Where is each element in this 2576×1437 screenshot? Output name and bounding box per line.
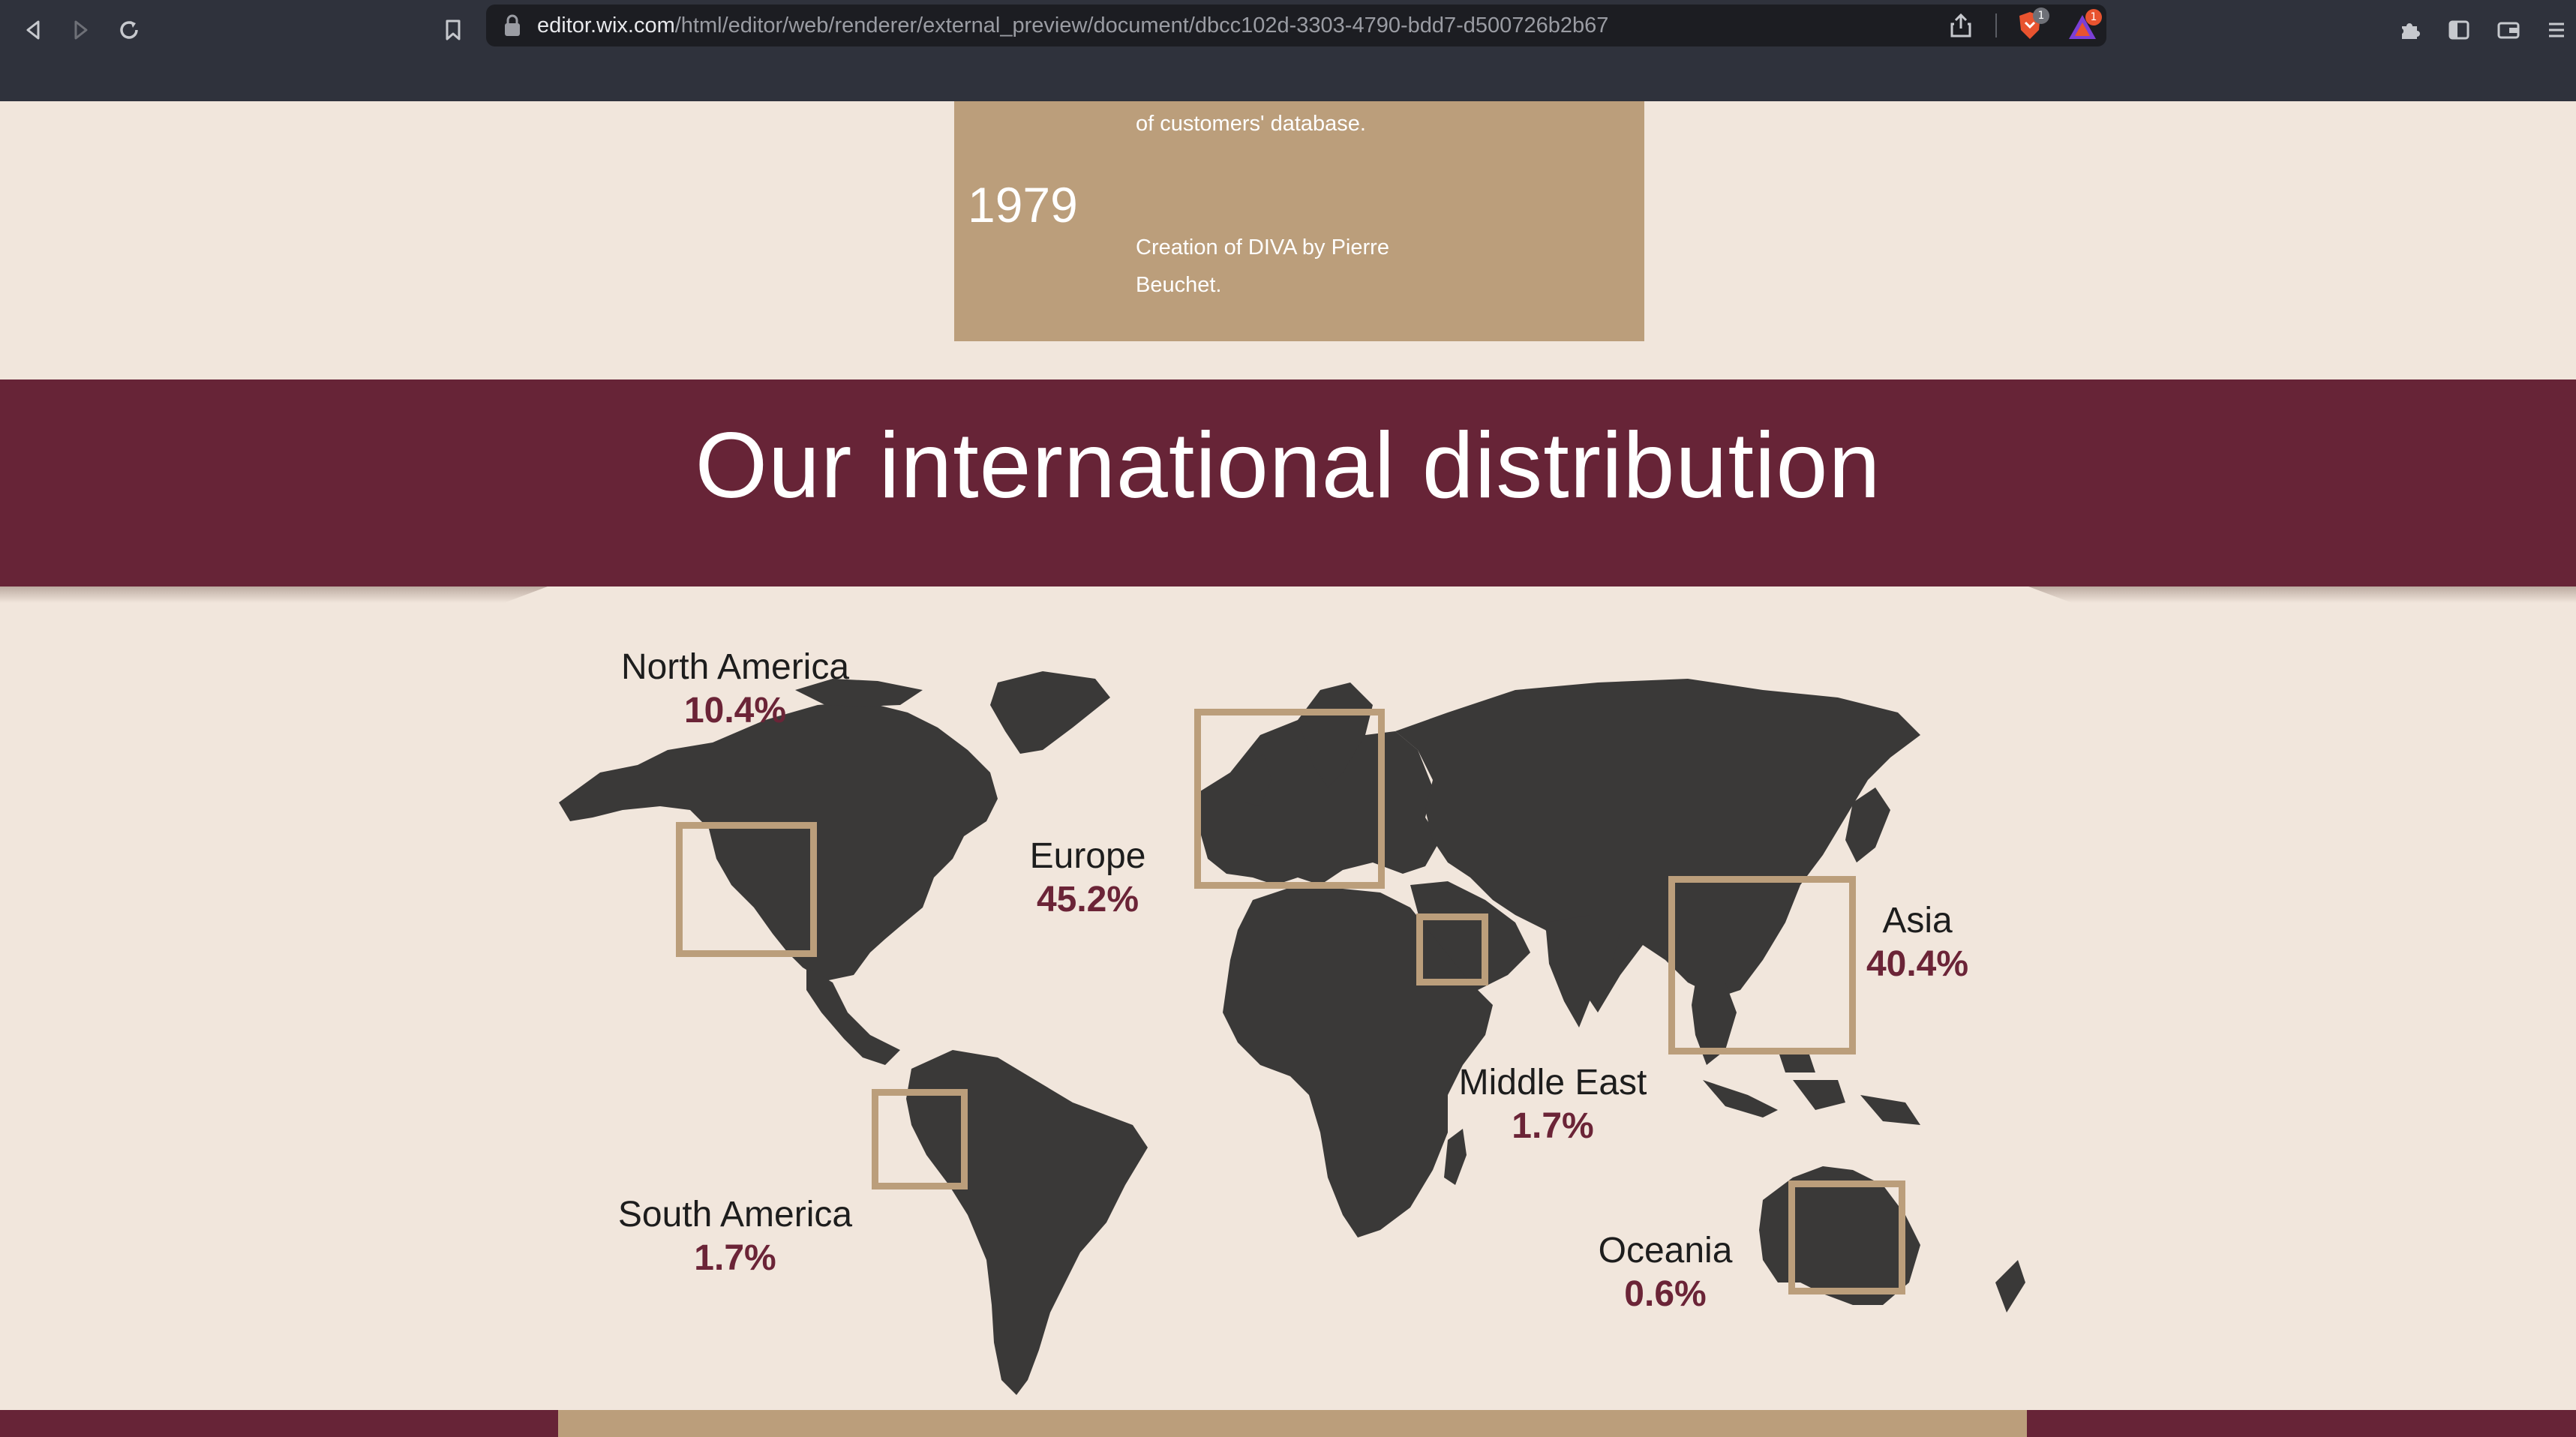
menu-icon[interactable] xyxy=(2537,10,2576,50)
europe-percent: 45.2% xyxy=(1036,880,1139,920)
map-indonesia xyxy=(1703,1050,1920,1125)
south-america-label: South America xyxy=(617,1195,853,1234)
divider xyxy=(1995,14,1997,38)
browser-toolbar: editor.wix.com/html/editor/web/renderer/… xyxy=(0,0,2576,101)
brave-badge: 1 xyxy=(2033,8,2049,24)
url-text: editor.wix.com/html/editor/web/renderer/… xyxy=(537,14,1608,38)
address-bar[interactable]: editor.wix.com/html/editor/web/renderer/… xyxy=(486,4,2106,46)
oceania-percent: 0.6% xyxy=(1624,1274,1707,1314)
rewards-badge: 1 xyxy=(2085,9,2102,26)
lock-icon xyxy=(505,14,520,36)
url-path: /html/editor/web/renderer/external_previ… xyxy=(674,14,1609,38)
section-banner: Our international distribution xyxy=(0,380,2576,586)
north-america-label: North America xyxy=(620,647,850,687)
bookmark-icon[interactable] xyxy=(434,10,473,50)
footer-strip-center xyxy=(558,1410,2027,1437)
middle-east-label: Middle East xyxy=(1458,1063,1647,1102)
sidebar-icon[interactable] xyxy=(2439,10,2478,50)
footer-strip-right xyxy=(2027,1410,2576,1437)
banner-shadow-left xyxy=(0,586,548,603)
timeline-card: of customers' database. 1979 Creation of… xyxy=(954,101,1644,341)
brave-rewards-icon[interactable]: 1 xyxy=(2066,9,2102,44)
europe-highlight-box xyxy=(1194,709,1385,889)
south-america-percent: 1.7% xyxy=(694,1238,776,1278)
footer-strip-left xyxy=(0,1410,558,1437)
map-central-america xyxy=(806,968,900,1065)
extensions-icon[interactable] xyxy=(2390,10,2429,50)
brave-shield-icon[interactable]: 1 xyxy=(2013,8,2049,42)
banner-shadow-right xyxy=(2028,586,2576,603)
middle-east-percent: 1.7% xyxy=(1512,1106,1594,1146)
oceania-label: Oceania xyxy=(1598,1231,1733,1270)
oceania-highlight-box xyxy=(1788,1180,1905,1294)
forward-icon[interactable] xyxy=(62,10,101,50)
timeline-entry-text: Creation of DIVA by Pierre Beuchet. xyxy=(1136,236,1389,297)
back-icon[interactable] xyxy=(14,10,53,50)
url-host: editor.wix.com xyxy=(537,14,675,38)
share-icon[interactable] xyxy=(1947,12,1974,39)
map-new-zealand xyxy=(1995,1260,2025,1312)
timeline-year: 1979 xyxy=(968,177,1078,232)
north-america-percent: 10.4% xyxy=(683,691,787,730)
europe-label: Europe xyxy=(1029,836,1146,876)
wallet-icon[interactable] xyxy=(2489,10,2528,50)
asia-label: Asia xyxy=(1882,901,1953,940)
south-america-highlight-box xyxy=(872,1089,968,1190)
asia-percent: 40.4% xyxy=(1866,944,1969,984)
map-greenland xyxy=(990,671,1110,754)
timeline-prev-text: of customers' database. xyxy=(1136,112,1366,136)
middle-east-highlight-box xyxy=(1416,914,1488,986)
north-america-highlight-box xyxy=(676,822,817,957)
reload-icon[interactable] xyxy=(110,10,149,50)
section-title: Our international distribution xyxy=(695,414,1881,518)
